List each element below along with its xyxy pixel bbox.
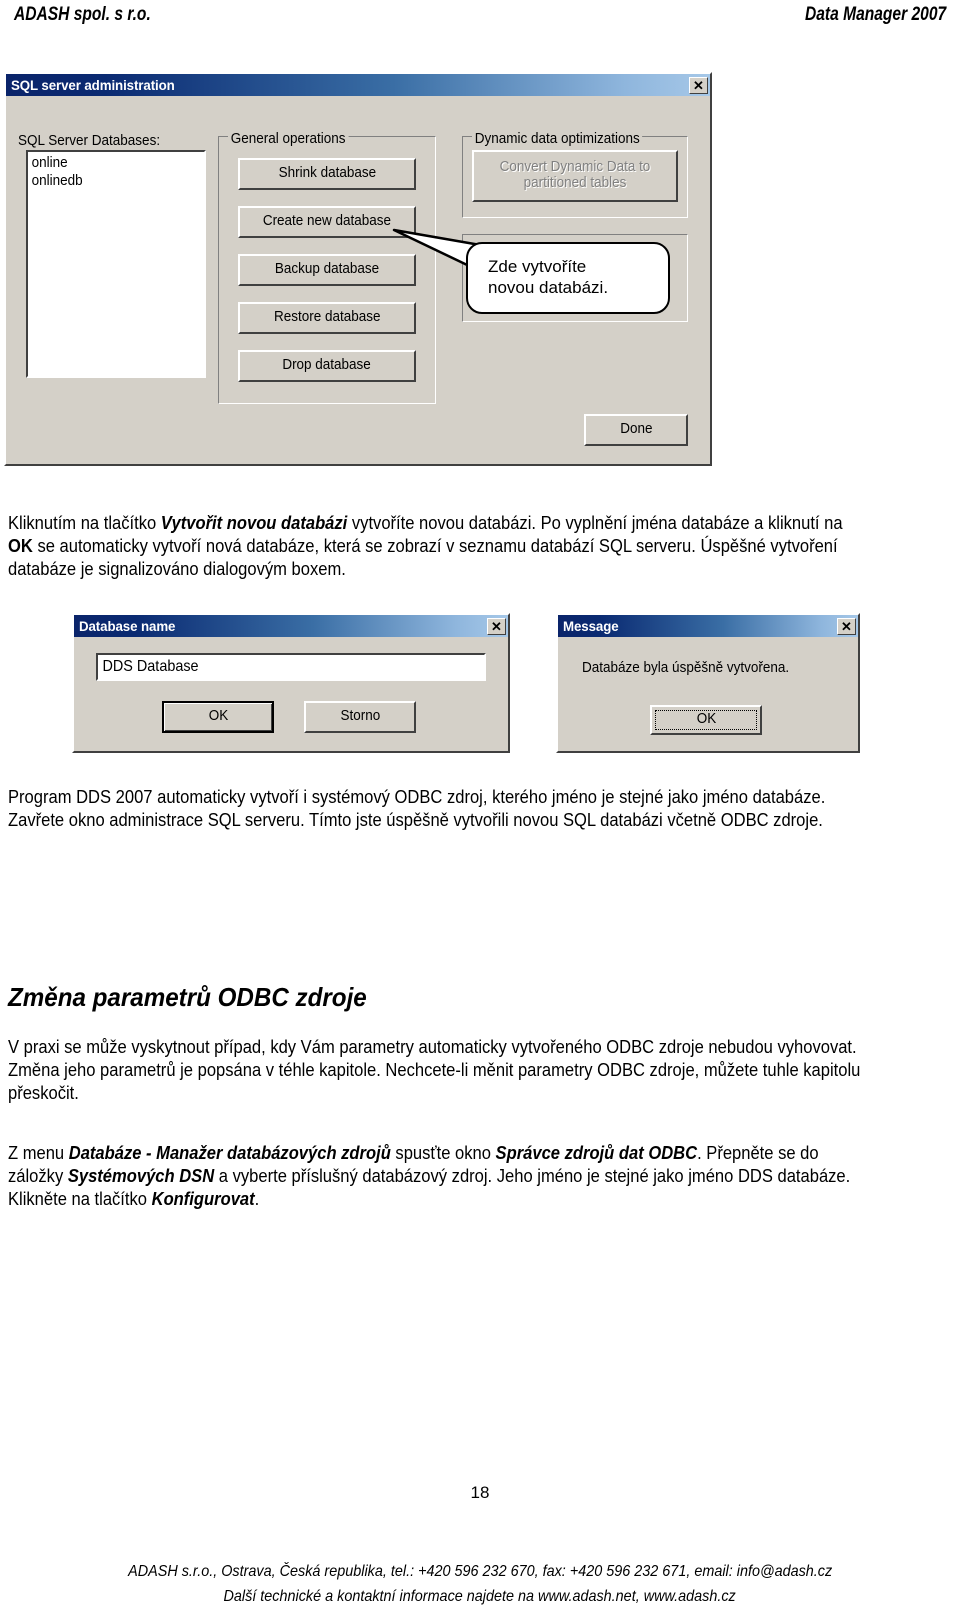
p2-text: Program DDS 2007 automaticky vytvoří i s… — [8, 787, 826, 831]
close-icon[interactable]: ✕ — [837, 617, 856, 635]
p4-run4-emphasis: Správce zdrojů dat ODBC — [495, 1143, 698, 1163]
p4-run8-emphasis: Konfigurovat — [151, 1189, 255, 1210]
callout-bubble: Zde vytvoříte novou databázi. — [466, 242, 670, 314]
general-operations-group-label: General operations — [228, 130, 349, 147]
database-name-input[interactable]: DDS Database — [96, 653, 486, 681]
header-product-name: Data Manager 2007 — [804, 4, 946, 25]
list-item[interactable]: online — [28, 154, 186, 172]
list-item[interactable]: onlinedb — [28, 172, 186, 190]
databases-list-label: SQL Server Databases: — [18, 132, 161, 149]
callout-line-1: Zde vytvoříte — [488, 257, 587, 277]
message-ok-button[interactable]: OK — [650, 705, 762, 735]
dialog-title: SQL server administration — [11, 77, 175, 93]
footer-contact-text: ADASH s.r.o., Ostrava, Česká republika, … — [127, 1563, 833, 1580]
message-titlebar[interactable]: Message ✕ — [558, 615, 858, 637]
page-header: ADASH spol. s r.o. Data Manager 2007 — [0, 0, 960, 34]
database-name-cancel-button[interactable]: Storno — [304, 701, 416, 733]
p1-run3: vytvoříte novou databázi. Po vyplnění jm… — [347, 513, 843, 533]
convert-dynamic-data-button[interactable]: Convert Dynamic Data to partitioned tabl… — [472, 150, 678, 202]
p4-run3: spusťte okno — [390, 1143, 496, 1163]
p3-text: V praxi se může vyskytnout případ, kdy V… — [8, 1037, 861, 1104]
database-name-titlebar[interactable]: Database name ✕ — [74, 615, 508, 637]
section-heading-odbc-params: Změna parametrů ODBC zdroje — [8, 982, 367, 1012]
done-button[interactable]: Done — [584, 414, 688, 446]
p1-run1: Kliknutím na tlačítko — [8, 513, 161, 533]
drop-database-button[interactable]: Drop database — [238, 350, 416, 382]
database-name-title: Database name — [79, 618, 176, 634]
callout-line-2: novou databázi. — [488, 278, 609, 297]
dynamic-data-optimizations-group-label: Dynamic data optimizations — [472, 130, 643, 147]
p4-run2-emphasis: Databáze - Manažer databázových zdrojů — [68, 1143, 391, 1163]
page-number: 18 — [470, 1483, 490, 1502]
close-icon[interactable]: ✕ — [487, 617, 506, 635]
p4-run1: Z menu — [8, 1143, 69, 1163]
message-title: Message — [563, 618, 619, 634]
dialog-titlebar[interactable]: SQL server administration ✕ — [6, 74, 710, 96]
database-name-input-value: DDS Database — [102, 658, 199, 675]
p4-run6-emphasis: Systémových DSN — [67, 1166, 215, 1187]
database-name-ok-button[interactable]: OK — [162, 701, 274, 733]
close-icon[interactable]: ✕ — [689, 76, 708, 94]
footer-contact-line: ADASH s.r.o., Ostrava, Česká republika, … — [0, 1563, 960, 1581]
restore-database-button[interactable]: Restore database — [238, 302, 416, 334]
paragraph-odbc-source-created: Program DDS 2007 automaticky vytvoří i s… — [8, 786, 940, 832]
message-dialog: Message ✕ Databáze byla úspěšně vytvořen… — [556, 613, 860, 753]
shrink-database-button[interactable]: Shrink database — [238, 158, 416, 190]
message-body-text: Databáze byla úspěšně vytvořena. — [582, 659, 790, 676]
p1-run2-emphasis: Vytvořit novou databázi — [160, 513, 348, 533]
p4-run9: . — [254, 1189, 260, 1210]
footer-web-line: Další technické a kontaktní informace na… — [0, 1588, 960, 1606]
paragraph-odbc-intro: V praxi se může vyskytnout případ, kdy V… — [8, 1036, 940, 1105]
footer-web-text: Další technické a kontaktní informace na… — [223, 1588, 737, 1605]
paragraph-odbc-steps: Z menu Databáze - Manažer databázových z… — [8, 1142, 940, 1211]
p1-run5: se automaticky vytvoří nová databáze, kt… — [8, 536, 838, 580]
database-name-dialog: Database name ✕ DDS Database OK Storno — [72, 613, 510, 753]
paragraph-create-database: Kliknutím na tlačítko Vytvořit novou dat… — [8, 512, 940, 581]
database-listbox[interactable]: online onlinedb — [26, 150, 206, 378]
p1-run4-emphasis: OK — [8, 536, 33, 557]
header-company-name: ADASH spol. s r.o. — [14, 4, 151, 25]
